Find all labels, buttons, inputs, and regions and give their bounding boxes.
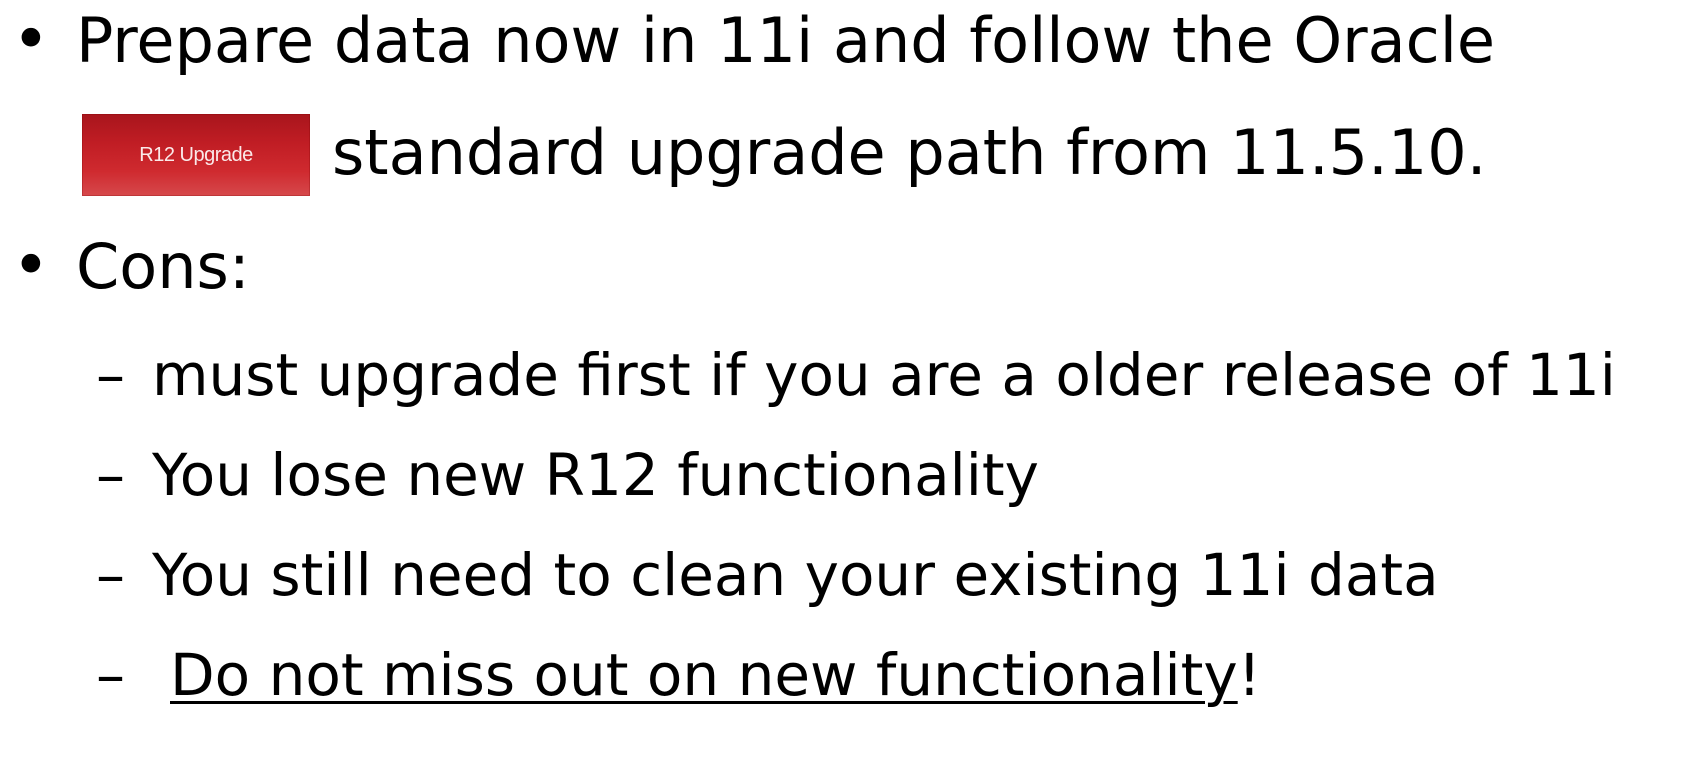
missed-functionality-link[interactable]: Do not miss out on new functionality xyxy=(170,641,1238,709)
bullet-1: • xyxy=(12,3,50,77)
cons-heading: Cons: xyxy=(76,230,250,303)
r12-upgrade-badge[interactable]: R12 Upgrade xyxy=(82,114,310,196)
r12-upgrade-badge-label: R12 Upgrade xyxy=(139,143,253,166)
bullet-1-line-1: Prepare data now in 11i and follow the O… xyxy=(76,4,1496,77)
sub-item-3: You still need to clean your existing 11… xyxy=(152,541,1439,609)
sub-item-4: Do not miss out on new functionality! xyxy=(170,646,1261,704)
dash-1: – xyxy=(96,341,125,409)
bullet-2: • xyxy=(12,229,50,303)
dash-2: – xyxy=(96,441,125,509)
sub-item-2: You lose new R12 functionality xyxy=(152,441,1039,509)
dash-3: – xyxy=(96,541,125,609)
dash-4: – xyxy=(96,641,125,709)
sub-item-1: must upgrade first if you are a older re… xyxy=(152,341,1616,409)
bullet-1-line-2: standard upgrade path from 11.5.10. xyxy=(332,116,1487,189)
exclamation-mark: ! xyxy=(1237,641,1261,709)
